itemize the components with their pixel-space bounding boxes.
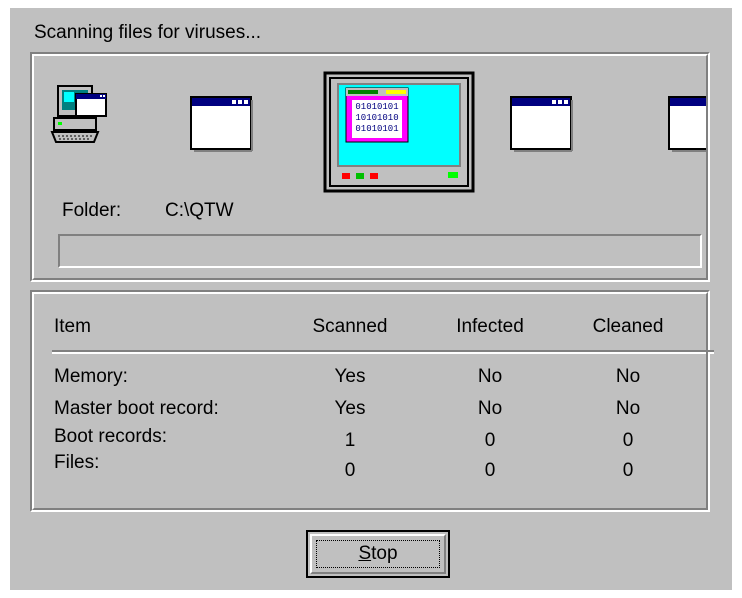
row-scanned: Yes: [334, 398, 366, 419]
column-header-item: Item: [54, 316, 91, 337]
scan-progress-bar: [58, 234, 702, 268]
row-cleaned: 0: [622, 430, 634, 451]
scan-progress-group: 01010101 10101010 01010101 Folder: C:\QT…: [30, 52, 710, 282]
row-item: Master boot record:: [54, 398, 219, 419]
dialog-heading: Scanning files for viruses...: [34, 22, 262, 43]
row-item: Files:: [54, 452, 100, 473]
stop-button[interactable]: Stop: [306, 530, 450, 578]
svg-text:01010101: 01010101: [355, 102, 398, 112]
row-item: Boot records:: [54, 426, 167, 447]
scan-dialog: Scanning files for viruses... 01010101 1…: [10, 8, 732, 590]
row-infected: No: [477, 398, 503, 419]
row-cleaned: 0: [622, 460, 634, 481]
row-infected: 0: [484, 430, 496, 451]
row-infected: No: [477, 366, 503, 387]
row-infected: 0: [484, 460, 496, 481]
svg-text:10101010: 10101010: [355, 113, 398, 123]
window-icon: [190, 96, 253, 152]
row-cleaned: No: [615, 366, 641, 387]
column-header-cleaned: Cleaned: [592, 316, 664, 337]
window-icon: [510, 96, 573, 152]
row-scanned: 0: [344, 460, 356, 481]
results-group: Item Scanned Infected Cleaned Memory: Ye…: [30, 290, 714, 512]
stop-button-label: Stop: [316, 540, 440, 568]
header-separator: [52, 350, 714, 354]
monitor-scanning-icon: 01010101 10101010 01010101: [323, 71, 475, 193]
column-header-scanned: Scanned: [312, 316, 388, 337]
row-scanned: 1: [344, 430, 356, 451]
column-header-infected: Infected: [456, 316, 524, 337]
row-scanned: Yes: [334, 366, 366, 387]
computer-icon: [50, 85, 107, 143]
row-cleaned: No: [615, 398, 641, 419]
folder-label: Folder:: [62, 200, 122, 221]
window-icon: [668, 96, 708, 152]
svg-text:01010101: 01010101: [355, 124, 398, 134]
folder-path: C:\QTW: [165, 200, 234, 221]
row-item: Memory:: [54, 366, 128, 387]
